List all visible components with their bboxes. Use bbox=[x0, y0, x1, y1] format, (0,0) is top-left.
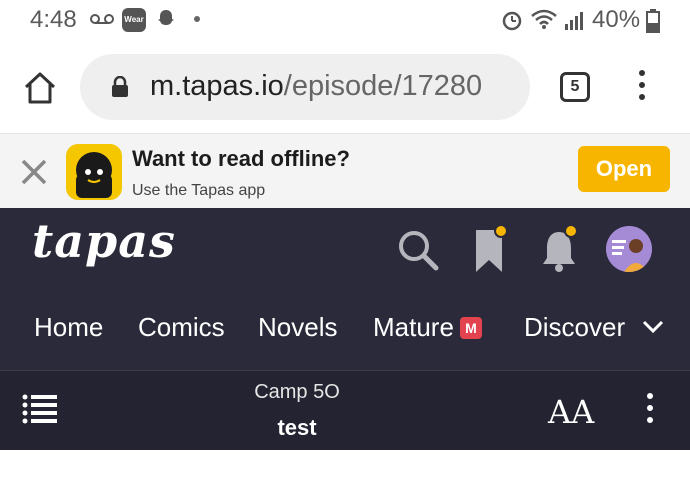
bell-notification-dot bbox=[564, 224, 578, 238]
battery-icon bbox=[646, 9, 660, 33]
notification-dot bbox=[194, 16, 200, 22]
address-bar[interactable]: m.tapas.io/episode/17280 bbox=[80, 54, 530, 120]
font-settings-icon[interactable]: AA bbox=[548, 393, 594, 431]
status-bar: 4:48 Wear 40% bbox=[0, 0, 690, 42]
url-host: m.tapas.io bbox=[150, 70, 284, 102]
nav-mature-label: Mature bbox=[373, 312, 454, 342]
bookmark-notification-dot bbox=[494, 224, 508, 238]
snapchat-icon bbox=[158, 10, 174, 25]
reader-toolbar: Camp 5O test AA bbox=[0, 370, 690, 450]
lock-icon bbox=[112, 76, 128, 97]
tapas-logo[interactable]: tapas bbox=[32, 214, 176, 268]
site-header: tapas Home Comics Novels MatureM Discov bbox=[0, 208, 690, 370]
tab-switcher-button[interactable]: 5 bbox=[560, 72, 590, 102]
nav-discover[interactable]: Discover bbox=[524, 312, 625, 343]
search-icon[interactable] bbox=[396, 228, 440, 272]
home-icon[interactable] bbox=[22, 70, 58, 106]
reader-menu-icon[interactable] bbox=[644, 393, 656, 429]
url-text: m.tapas.io/episode/17280 bbox=[150, 70, 482, 103]
notifications-button[interactable] bbox=[540, 224, 584, 274]
episode-title: test bbox=[277, 415, 317, 440]
battery-percent: 40% bbox=[592, 6, 641, 33]
wifi-icon bbox=[531, 9, 557, 29]
status-time: 4:48 bbox=[30, 6, 77, 33]
open-app-button[interactable]: Open bbox=[578, 146, 670, 192]
signal-icon bbox=[565, 12, 583, 30]
wear-icon: Wear bbox=[122, 8, 146, 32]
nav-comics[interactable]: Comics bbox=[138, 312, 225, 343]
nav-novels[interactable]: Novels bbox=[258, 312, 337, 343]
series-title[interactable]: Camp 5O bbox=[0, 381, 594, 404]
voicemail-icon bbox=[90, 14, 114, 24]
banner-subtitle: Use the Tapas app bbox=[132, 182, 266, 199]
nav-home[interactable]: Home bbox=[34, 312, 103, 343]
alarm-icon bbox=[502, 11, 522, 31]
nav-mature[interactable]: Mature M bbox=[373, 312, 482, 343]
banner-title: Want to read offline? bbox=[132, 146, 350, 171]
main-nav: Home Comics Novels Mature M Discover bbox=[0, 312, 690, 352]
avatar[interactable] bbox=[606, 226, 652, 272]
chevron-down-icon[interactable] bbox=[642, 320, 664, 334]
url-path: /episode/17280 bbox=[283, 70, 483, 102]
mature-badge: M bbox=[459, 317, 482, 339]
browser-toolbar: m.tapas.io/episode/17280 5 bbox=[0, 42, 690, 134]
bookmark-button[interactable] bbox=[474, 224, 514, 274]
close-icon[interactable] bbox=[20, 158, 48, 186]
tapas-app-logo bbox=[66, 144, 122, 200]
browser-menu-icon[interactable] bbox=[636, 70, 648, 106]
app-install-banner: Want to read offline? Use the Tapas app … bbox=[0, 134, 690, 208]
